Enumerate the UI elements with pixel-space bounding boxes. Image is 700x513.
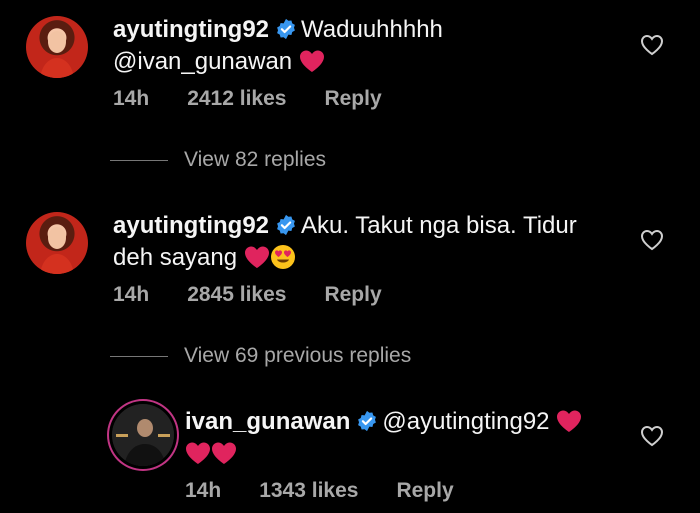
comment-meta: 14h 1343 likes Reply (185, 479, 492, 503)
username[interactable]: ivan_gunawan (185, 408, 350, 435)
reply-button[interactable]: Reply (324, 283, 381, 306)
comment-text: ayutingting92 Waduuhhhhh @ivan_gunawan (113, 14, 443, 78)
timestamp: 14h (113, 283, 150, 306)
heart-emoji-icon (185, 441, 211, 465)
view-replies-button[interactable]: View 82 replies (110, 148, 326, 172)
mention-link[interactable]: @ayutingting92 (382, 408, 549, 435)
like-icon[interactable] (640, 425, 664, 447)
likes-count[interactable]: 1343 likes (259, 479, 358, 502)
avatar[interactable] (112, 404, 174, 466)
avatar[interactable] (26, 16, 88, 78)
timestamp: 14h (113, 87, 150, 110)
heart-eyes-emoji-icon (270, 244, 296, 270)
comment-text: ayutingting92 Aku. Takut nga bisa. Tidur … (113, 210, 577, 274)
comment-text: ivan_gunawan @ayutingting92 (185, 406, 582, 470)
heart-emoji-icon (299, 49, 325, 73)
divider-line (110, 159, 168, 161)
verified-icon (356, 410, 378, 432)
view-replies-label: View 69 previous replies (184, 344, 412, 367)
username[interactable]: ayutingting92 (113, 16, 269, 43)
timestamp: 14h (185, 479, 222, 502)
heart-emoji-icon (556, 409, 582, 433)
comment-body-line2: deh sayang (113, 244, 238, 271)
comment-body-line1: Waduuhhhhh (301, 16, 443, 43)
reply-button[interactable]: Reply (324, 87, 381, 110)
likes-count[interactable]: 2412 likes (187, 87, 286, 110)
username[interactable]: ayutingting92 (113, 212, 269, 239)
verified-icon (275, 214, 297, 236)
divider-line (110, 355, 168, 357)
mention-link[interactable]: @ivan_gunawan (113, 48, 292, 75)
avatar[interactable] (26, 212, 88, 274)
comment-meta: 14h 2412 likes Reply (113, 87, 420, 111)
comment-body-line1: Aku. Takut nga bisa. Tidur (301, 212, 577, 239)
view-previous-replies-button[interactable]: View 69 previous replies (110, 344, 411, 368)
view-replies-label: View 82 replies (184, 148, 327, 171)
heart-emoji-icon (211, 441, 237, 465)
like-icon[interactable] (640, 229, 664, 251)
heart-emoji-icon (244, 245, 270, 269)
like-icon[interactable] (640, 34, 664, 56)
comment-meta: 14h 2845 likes Reply (113, 283, 420, 307)
verified-icon (275, 18, 297, 40)
likes-count[interactable]: 2845 likes (187, 283, 286, 306)
reply-button[interactable]: Reply (396, 479, 453, 502)
